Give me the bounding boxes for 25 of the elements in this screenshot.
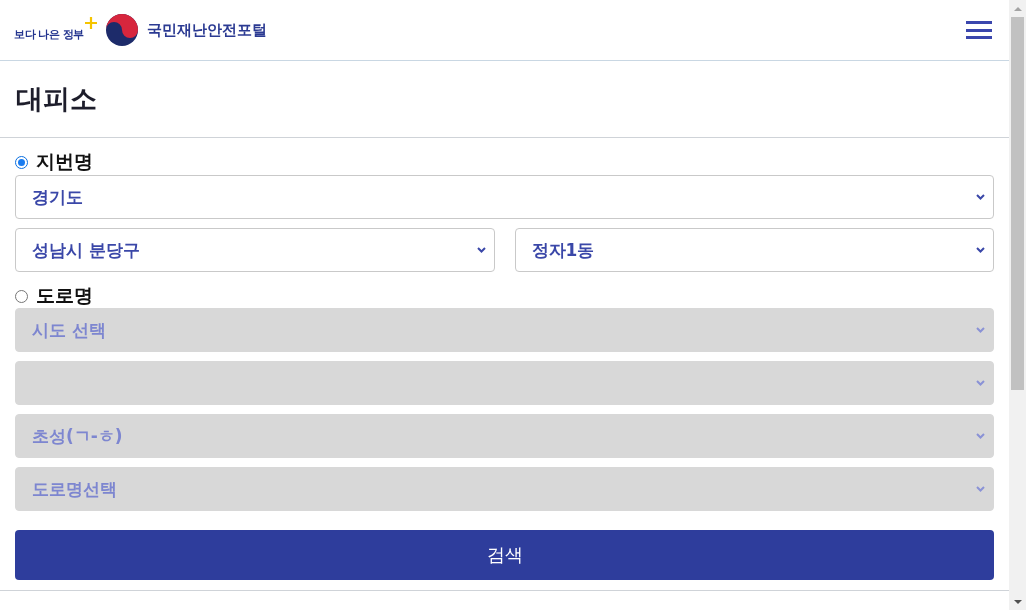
page-title: 대피소 <box>16 82 97 116</box>
radio-button[interactable] <box>15 289 28 303</box>
chevron-down-icon <box>976 380 985 386</box>
radio-button[interactable] <box>15 155 28 169</box>
select-field[interactable]: 성남시 분당구 <box>15 228 495 272</box>
scrollbar[interactable] <box>1009 0 1026 610</box>
chevron-down-icon <box>476 247 486 253</box>
chevron-down-icon <box>976 433 985 439</box>
select-field[interactable]: 경기도 <box>15 175 994 219</box>
logo-text: 보다 나은 정부 <box>14 26 84 42</box>
radio-label: 지번명 <box>36 149 93 174</box>
emblem-icon <box>105 14 138 46</box>
chevron-down-icon <box>976 247 985 253</box>
chevron-down-icon <box>976 327 985 333</box>
scrollbar-thumb[interactable] <box>1011 17 1024 390</box>
scroll-up-icon[interactable] <box>1013 6 1022 11</box>
select-field[interactable]: 정자1동 <box>514 228 994 272</box>
chevron-down-icon <box>976 194 985 200</box>
scroll-down-icon[interactable] <box>1013 599 1022 604</box>
search-button[interactable]: 검색 <box>15 530 994 580</box>
chevron-down-icon <box>976 486 985 492</box>
menu-button[interactable] <box>966 21 992 39</box>
plus-icon <box>84 17 97 29</box>
radio-label: 도로명 <box>36 283 93 308</box>
site-name[interactable]: 국민재난안전포털 <box>146 20 267 40</box>
